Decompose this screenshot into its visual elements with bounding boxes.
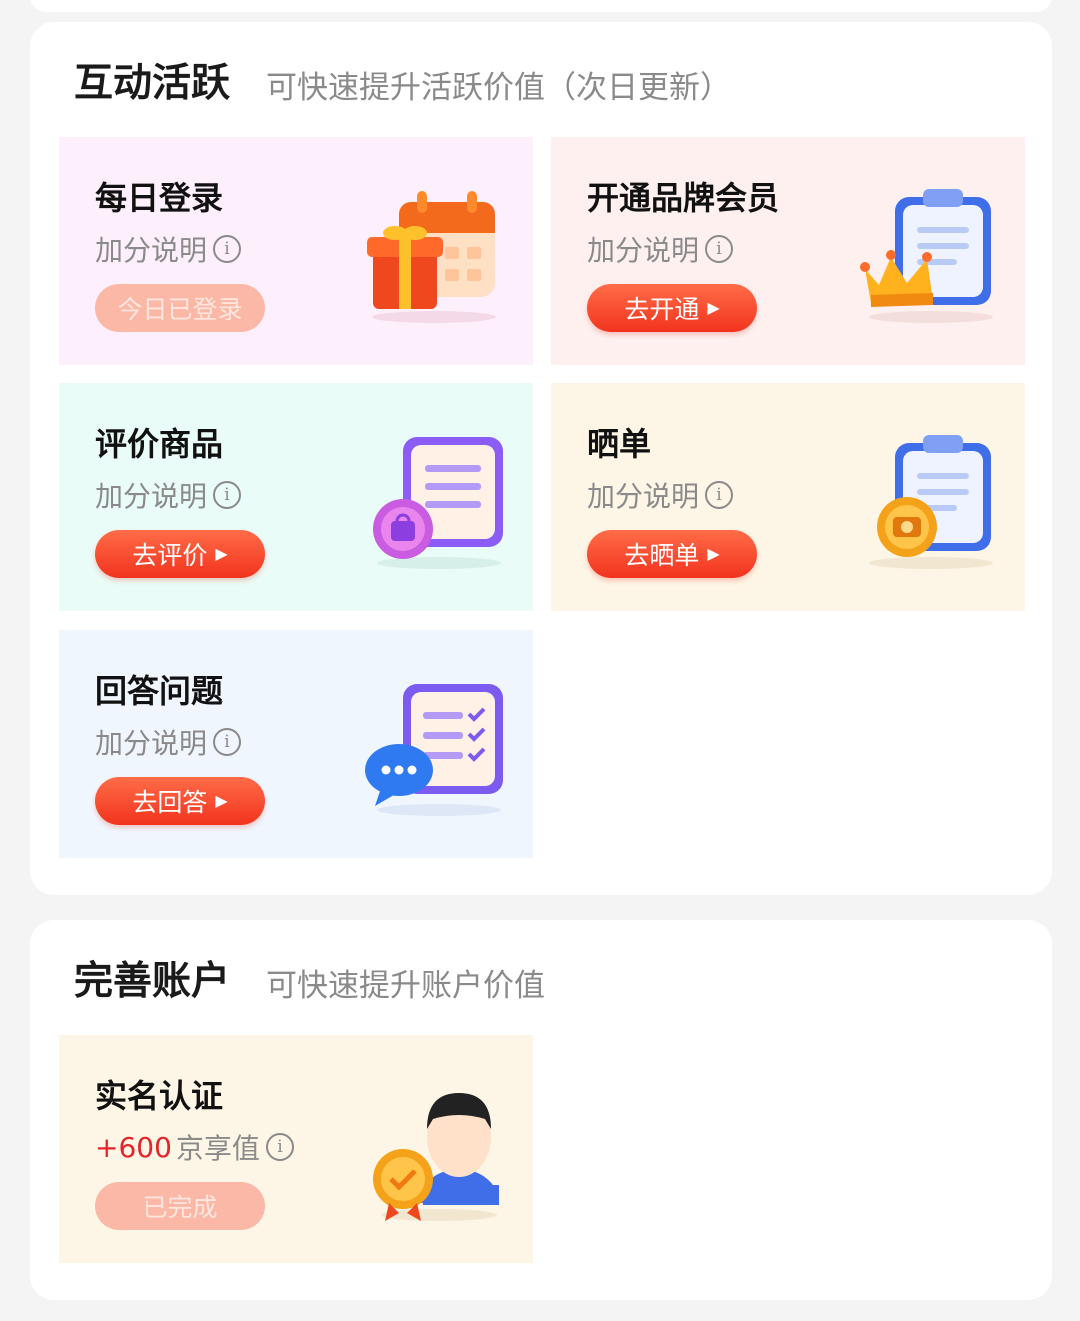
section-subtitle: 可快速提升活跃价值（次日更新） — [266, 70, 731, 106]
card-title: 每日登录 — [95, 179, 224, 217]
card-title: 评价商品 — [95, 425, 224, 463]
info-icon[interactable]: i — [213, 481, 242, 509]
points-explanation[interactable]: 加分说明 i — [95, 229, 242, 269]
play-arrow-icon: ▶ — [215, 791, 228, 810]
card-real-name-verification[interactable]: 实名认证 +600 京享值 i 已完成 — [59, 1035, 533, 1263]
previous-section-edge — [30, 0, 1052, 12]
info-icon[interactable]: i — [213, 235, 242, 263]
points-explanation-label: 加分说明 — [587, 480, 700, 513]
button-label: 去回答 — [132, 788, 208, 817]
button-label: 去评价 — [132, 541, 208, 570]
points-explanation-label: 加分说明 — [95, 727, 208, 760]
points-explanation[interactable]: 加分说明 i — [95, 475, 242, 515]
points-explanation[interactable]: 加分说明 i — [587, 475, 734, 515]
play-arrow-icon: ▶ — [707, 544, 720, 563]
points-explanation[interactable]: 加分说明 i — [95, 722, 242, 762]
write-review-button[interactable]: 去评价 ▶ — [95, 530, 265, 578]
points-explanation-label: 加分说明 — [95, 234, 208, 267]
section-title: 互动活跃 — [74, 61, 231, 106]
document-bag-icon — [373, 437, 503, 569]
play-arrow-icon: ▶ — [215, 544, 228, 563]
card-daily-login[interactable]: 每日登录 加分说明 i 今日已登录 — [59, 137, 533, 365]
button-label: 今日已登录 — [117, 295, 243, 324]
logged-in-today-button[interactable]: 今日已登录 — [95, 284, 265, 332]
info-icon[interactable]: i — [265, 1133, 294, 1161]
completed-button[interactable]: 已完成 — [95, 1182, 265, 1230]
button-label: 去晒单 — [624, 541, 700, 570]
play-arrow-icon: ▶ — [707, 298, 720, 317]
button-label: 去开通 — [624, 295, 700, 324]
section-subtitle: 可快速提升账户价值 — [266, 968, 545, 1004]
card-title: 回答问题 — [95, 672, 224, 710]
info-icon[interactable]: i — [705, 481, 734, 509]
points-explanation-label: 加分说明 — [587, 234, 700, 267]
card-title: 开通品牌会员 — [587, 179, 780, 217]
points-explanation[interactable]: +600 京享值 i — [95, 1127, 294, 1167]
clipboard-camera-icon — [869, 435, 993, 569]
card-brand-membership[interactable]: 开通品牌会员 加分说明 i 去开通 ▶ — [551, 137, 1025, 365]
answer-button[interactable]: 去回答 ▶ — [95, 777, 265, 825]
section-title: 完善账户 — [74, 959, 231, 1004]
points-unit: 京享值 — [175, 1132, 260, 1165]
account-section: 完善账户 可快速提升账户价值 实名认证 +600 京享值 i 已完成 — [30, 920, 1052, 1300]
join-membership-button[interactable]: 去开通 ▶ — [587, 284, 757, 332]
info-icon[interactable]: i — [705, 235, 734, 263]
points-explanation-label: 加分说明 — [95, 480, 208, 513]
button-label: 已完成 — [142, 1193, 218, 1222]
clipboard-crown-icon — [860, 189, 993, 323]
card-share-order[interactable]: 晒单 加分说明 i 去晒单 ▶ — [551, 383, 1025, 611]
card-answer-question[interactable]: 回答问题 加分说明 i 去回答 ▶ — [59, 630, 533, 858]
points-explanation[interactable]: 加分说明 i — [587, 229, 734, 269]
user-badge-icon — [373, 1093, 499, 1221]
card-review-product[interactable]: 评价商品 加分说明 i 去评价 ▶ — [59, 383, 533, 611]
share-order-button[interactable]: 去晒单 ▶ — [587, 530, 757, 578]
interaction-section: 互动活跃 可快速提升活跃价值（次日更新） 每日登录 加分说明 i 今日已登录 开… — [30, 22, 1052, 895]
calendar-gift-icon — [367, 191, 496, 323]
points-value: +600 — [95, 1130, 172, 1164]
checklist-chat-icon — [365, 684, 503, 816]
info-icon[interactable]: i — [213, 728, 242, 756]
card-title: 晒单 — [587, 425, 652, 463]
card-title: 实名认证 — [95, 1077, 224, 1115]
